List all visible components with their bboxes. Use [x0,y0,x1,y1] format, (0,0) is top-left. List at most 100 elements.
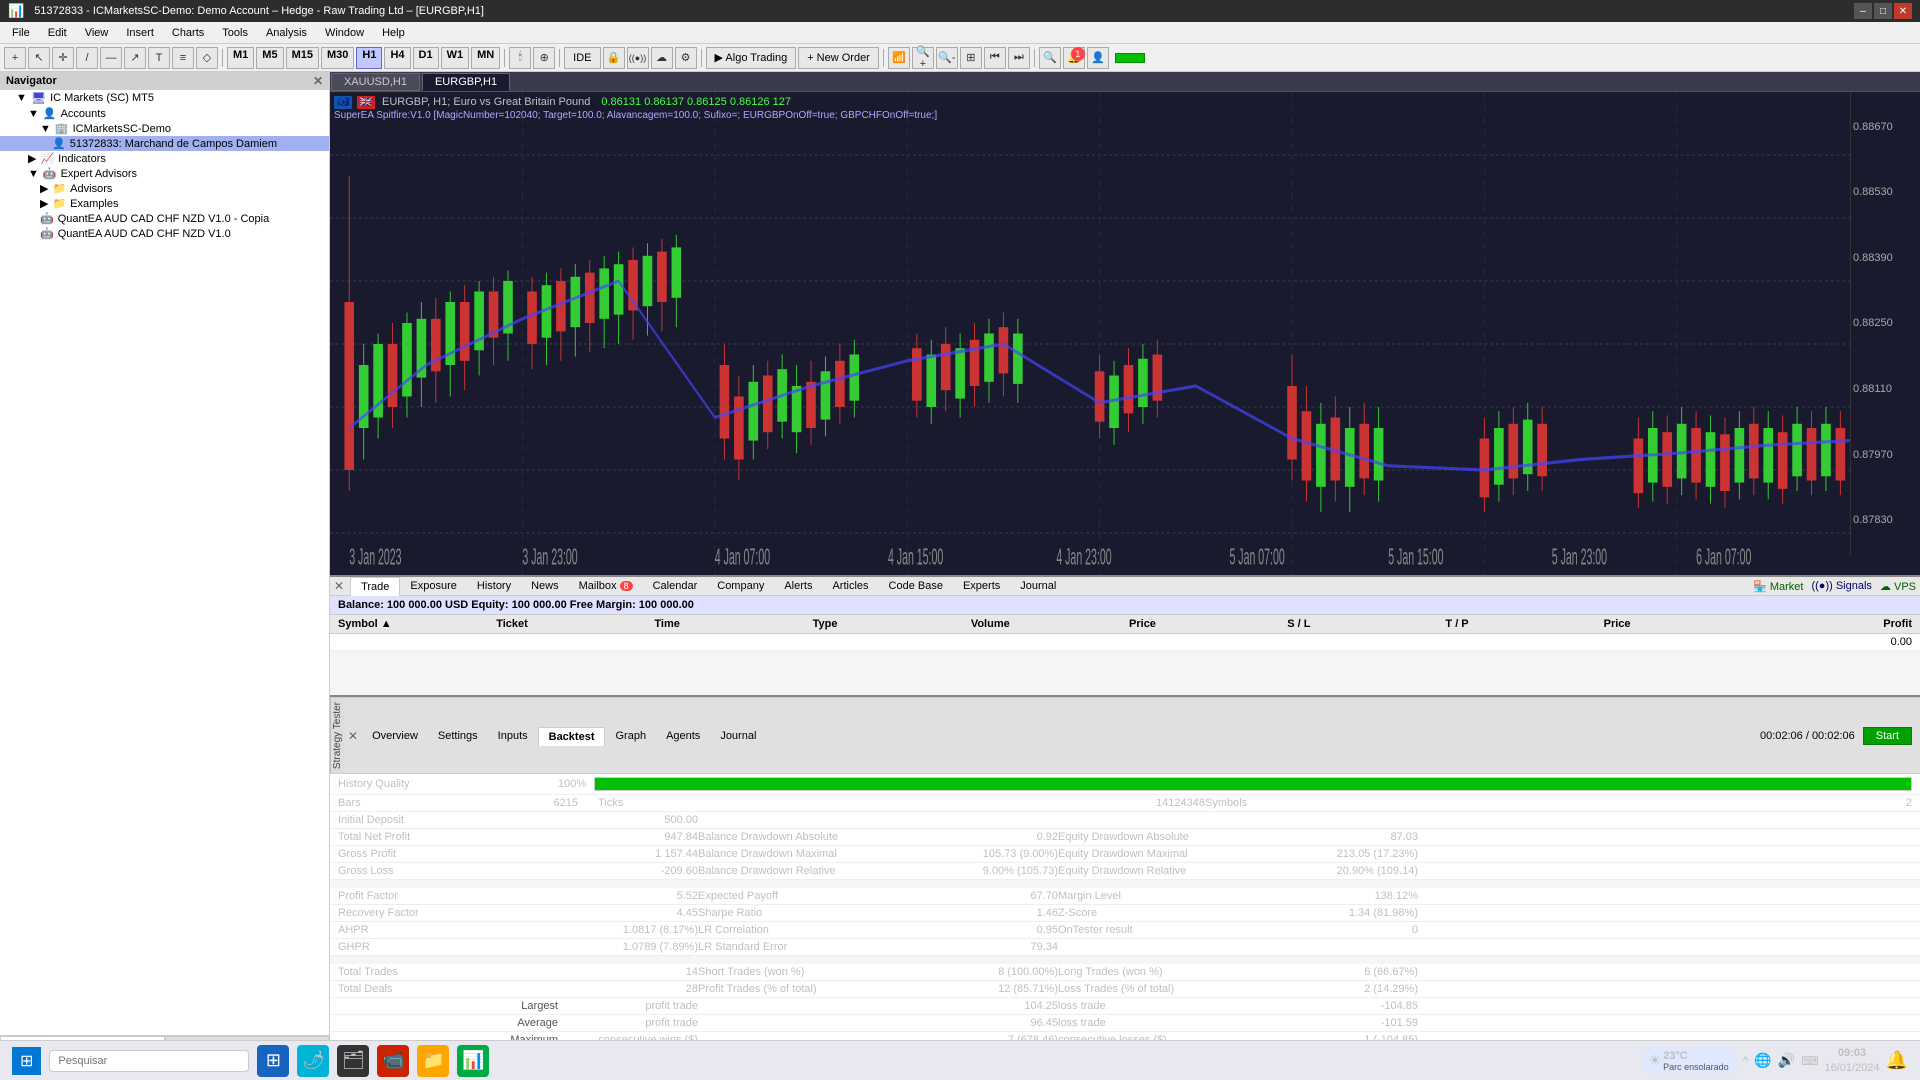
taskbar-search[interactable] [49,1050,249,1072]
maximize-btn[interactable]: □ [1874,3,1892,19]
nav-item-account-user[interactable]: 👤 51372833: Marchand de Campos Damiem [0,136,329,151]
tb-zoom[interactable]: ⊕ [533,47,555,69]
col-sl[interactable]: S / L [1283,617,1441,631]
tb-new-chart[interactable]: + [4,47,26,69]
trade-panel-close[interactable]: ✕ [334,579,344,593]
trade-tab-company[interactable]: Company [707,577,774,595]
tf-m15[interactable]: M15 [286,47,319,69]
nav-item-ic-markets[interactable]: ▼ 🖥 IC Markets (SC) MT5 [0,90,329,106]
st-tab-backtest[interactable]: Backtest [538,727,606,746]
algo-trading-btn[interactable]: ▶ Algo Trading [706,47,797,69]
st-tab-inputs[interactable]: Inputs [488,727,538,745]
start-btn[interactable]: ⊞ [12,1047,41,1075]
signals-link[interactable]: ((●)) Signals [1811,580,1871,592]
col-time[interactable]: Time [650,617,808,631]
taskbar-app-file[interactable]: 🗂 [337,1045,369,1077]
tb-search[interactable]: 🔍 [1039,47,1061,69]
nav-item-expert-advisors[interactable]: ▼ 🤖 Expert Advisors [0,166,329,181]
tb-settings[interactable]: ⚙ [675,47,697,69]
tb-chart-type[interactable]: 🕯 [509,47,531,69]
menu-help[interactable]: Help [374,25,413,41]
taskbar-app-1[interactable]: ⊞ [257,1045,289,1077]
chart-tab-eurgbp[interactable]: EURGBP,H1 [422,73,510,91]
col-symbol[interactable]: Symbol ▲ [334,617,492,631]
tb-grid[interactable]: ⊞ [960,47,982,69]
st-tab-settings[interactable]: Settings [428,727,488,745]
col-profit[interactable]: Profit [1758,617,1916,631]
close-btn[interactable]: ✕ [1894,3,1912,19]
tf-d1[interactable]: D1 [413,47,439,69]
tf-m1[interactable]: M1 [227,47,254,69]
trade-tab-codebase[interactable]: Code Base [879,577,953,595]
trade-tab-articles[interactable]: Articles [822,577,878,595]
menu-view[interactable]: View [77,25,117,41]
tb-line[interactable]: / [76,47,98,69]
tf-h4[interactable]: H4 [384,47,410,69]
tb-ide[interactable]: IDE [564,47,600,69]
tray-chevron[interactable]: ^ [1743,1054,1749,1068]
trade-tab-history[interactable]: History [467,577,521,595]
trade-tab-mailbox[interactable]: Mailbox 8 [569,577,643,595]
tb-prev[interactable]: ⏮ [984,47,1006,69]
trade-tab-alerts[interactable]: Alerts [774,577,822,595]
st-tab-journal[interactable]: Journal [710,727,766,745]
vps-link[interactable]: ☁ VPS [1880,580,1916,593]
trade-tab-journal[interactable]: Journal [1010,577,1066,595]
tf-mn[interactable]: MN [471,47,500,69]
chart-tab-xauusd[interactable]: XAUUSD,H1 [331,73,420,91]
tb-trend[interactable]: ↗ [124,47,146,69]
new-order-btn[interactable]: + New Order [798,47,879,69]
col-tp[interactable]: T / P [1441,617,1599,631]
tb-indicators[interactable]: ≡ [172,47,194,69]
nav-item-quant-ea[interactable]: 🤖 QuantEA AUD CAD CHF NZD V1.0 [0,226,329,241]
menu-insert[interactable]: Insert [118,25,162,41]
nav-item-quant-ea-copia[interactable]: 🤖 QuantEA AUD CAD CHF NZD V1.0 - Copia [0,211,329,226]
menu-file[interactable]: File [4,25,38,41]
tf-w1[interactable]: W1 [441,47,470,69]
tb-cursor[interactable]: ↖ [28,47,50,69]
tb-objects[interactable]: ◇ [196,47,218,69]
tb-hline[interactable]: — [100,47,122,69]
st-tab-overview[interactable]: Overview [362,727,428,745]
menu-tools[interactable]: Tools [214,25,256,41]
tb-signals[interactable]: 📶 [888,47,910,69]
navigator-close[interactable]: ✕ [313,74,323,88]
nav-item-advisors[interactable]: ▶ 📁 Advisors [0,181,329,196]
tf-m5[interactable]: M5 [256,47,283,69]
chart-container[interactable]: 🇪🇺 🇬🇧 EURGBP, H1; Euro vs Great Britain … [330,92,1920,575]
taskbar-app-folder[interactable]: 📁 [417,1045,449,1077]
taskbar-app-trading[interactable]: 📊 [457,1045,489,1077]
tf-h1[interactable]: H1 [356,47,382,69]
tb-cloud[interactable]: ☁ [651,47,673,69]
tb-profile[interactable]: 👤 [1087,47,1109,69]
tf-m30[interactable]: M30 [321,47,354,69]
col-price2[interactable]: Price [1600,617,1758,631]
tb-lock[interactable]: 🔒 [603,47,625,69]
st-tab-agents[interactable]: Agents [656,727,710,745]
st-close[interactable]: ✕ [348,729,358,743]
taskbar-app-chilli[interactable]: 🌶 [297,1045,329,1077]
tb-algo-icon[interactable]: ((●)) [627,47,649,69]
nav-item-accounts[interactable]: ▼ 👤 Accounts [0,106,329,121]
menu-charts[interactable]: Charts [164,25,212,41]
nav-item-icmarkets-demo[interactable]: ▼ 🏢 ICMarketsSC-Demo [0,121,329,136]
market-link[interactable]: 🏪 Market [1753,580,1803,593]
col-volume[interactable]: Volume [967,617,1125,631]
trade-tab-experts[interactable]: Experts [953,577,1010,595]
nav-item-indicators[interactable]: ▶ 📈 Indicators [0,151,329,166]
tb-zoom-in[interactable]: 🔍+ [912,47,934,69]
menu-analysis[interactable]: Analysis [258,25,315,41]
col-ticket[interactable]: Ticket [492,617,650,631]
st-tab-graph[interactable]: Graph [605,727,656,745]
minimize-btn[interactable]: – [1854,3,1872,19]
trade-tab-exposure[interactable]: Exposure [400,577,466,595]
menu-edit[interactable]: Edit [40,25,75,41]
tb-text[interactable]: T [148,47,170,69]
tray-notification-icon[interactable]: 🔔 [1886,1050,1908,1071]
tb-zoom-out[interactable]: 🔍- [936,47,958,69]
tb-crosshair[interactable]: ✛ [52,47,74,69]
strategy-tester-label[interactable]: Strategy Tester [330,698,344,773]
tb-next[interactable]: ⏭ [1008,47,1030,69]
col-type[interactable]: Type [809,617,967,631]
trade-tab-news[interactable]: News [521,577,569,595]
